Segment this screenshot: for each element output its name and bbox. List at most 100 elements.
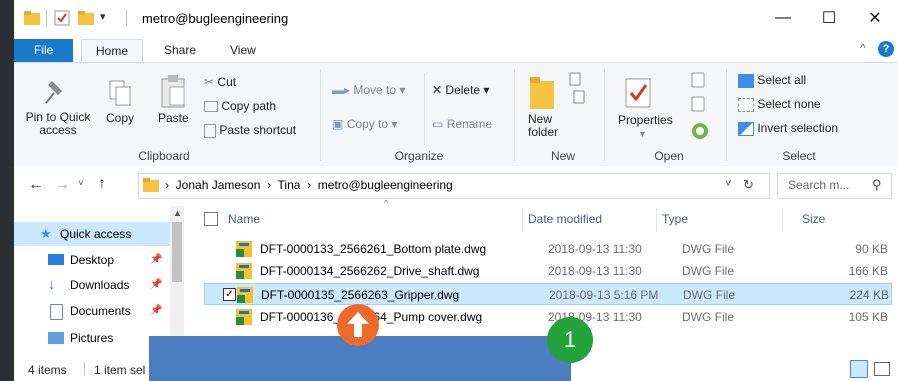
group-organize: Organize	[394, 149, 444, 163]
file-name: DFT-0000133_2566261_Bottom plate.dwg	[260, 242, 487, 256]
new-folder-button[interactable]: New folder	[528, 113, 558, 139]
details-view-icon[interactable]	[850, 360, 868, 378]
column-divider	[656, 208, 657, 232]
column-header-size[interactable]: Size	[802, 208, 825, 230]
pictures-icon	[48, 332, 64, 344]
invert-selection-button[interactable]: Invert selection	[738, 121, 838, 136]
tab-share[interactable]: Share	[150, 39, 210, 62]
forward-arrow-icon[interactable]: →	[54, 176, 70, 194]
paste-icon	[161, 75, 185, 108]
scroll-up-icon[interactable]: ▲	[173, 208, 182, 218]
ribbon-separator	[320, 69, 321, 161]
close-button[interactable]: ✕	[852, 0, 898, 36]
properties-quick-icon[interactable]	[54, 10, 70, 26]
rename-icon: ▭	[432, 117, 444, 131]
paste-button[interactable]: Paste	[158, 111, 189, 125]
tab-home[interactable]: Home	[81, 39, 144, 63]
file-size: 224 KB	[849, 288, 889, 302]
back-arrow-icon[interactable]: ←	[28, 176, 44, 194]
star-icon: ★	[40, 226, 52, 241]
step-number-badge: 1	[547, 317, 593, 363]
dwg-file-icon	[236, 309, 252, 325]
copy-to-label: Copy to	[346, 117, 389, 131]
nav-item-pictures[interactable]: Pictures	[14, 326, 170, 350]
minimize-button[interactable]: —	[760, 0, 806, 36]
select-all-button[interactable]: Select all	[738, 73, 806, 88]
nav-item-downloads[interactable]: ↓ Downloads 📌	[14, 273, 170, 297]
rename-button[interactable]: ▭ Rename	[432, 117, 492, 131]
download-icon: ↓	[48, 276, 56, 293]
select-all-checkbox[interactable]	[204, 212, 218, 226]
file-row[interactable]: DFT-0000133_2566261_Bottom plate.dwg 201…	[204, 238, 892, 260]
address-dropdown-icon[interactable]: ˅	[725, 178, 731, 190]
copy-button[interactable]: Copy	[106, 111, 134, 125]
refresh-icon[interactable]: ↻	[743, 177, 754, 193]
quick-access-toolbar-dropdown-icon[interactable]: ▾	[100, 10, 106, 23]
search-input[interactable]: Search m... ⚲	[777, 173, 892, 199]
breadcrumb-jonah-jameson[interactable]: Jonah Jameson	[176, 178, 261, 192]
column-header-name[interactable]: Name	[228, 208, 260, 230]
nav-item-quick-access[interactable]: ★ Quick access	[14, 222, 170, 246]
new-folder-quick-icon[interactable]	[78, 11, 94, 25]
file-row[interactable]: DFT-0000134_2566262_Drive_shaft.dwg 2018…	[204, 260, 892, 282]
column-header-date[interactable]: Date modified	[528, 208, 602, 230]
large-icons-view-icon[interactable]	[874, 362, 890, 376]
move-to-button[interactable]: ▬▸ Move to ▾	[332, 83, 405, 97]
nav-item-desktop[interactable]: Desktop 📌	[14, 248, 170, 272]
nav-label: Desktop	[70, 253, 115, 267]
select-none-button[interactable]: Select none	[738, 97, 821, 112]
pin-icon[interactable]: 📌	[150, 299, 162, 323]
copy-to-icon: ▣	[332, 117, 344, 131]
ribbon-separator-4	[726, 69, 727, 161]
pin-icon[interactable]: 📌	[150, 273, 162, 297]
invert-selection-icon	[738, 121, 754, 136]
pin-icon	[45, 81, 62, 104]
desktop-icon	[48, 254, 64, 265]
up-arrow-icon[interactable]: ↑	[98, 175, 106, 193]
properties-button[interactable]: Properties	[618, 113, 673, 127]
delete-icon: ✕	[432, 83, 443, 97]
maximize-button[interactable]: ☐	[806, 0, 852, 36]
dwg-file-icon	[236, 241, 252, 257]
pin-icon[interactable]: 📌	[150, 248, 162, 272]
paste-shortcut-label: Paste shortcut	[219, 123, 297, 137]
item-count: 4 items	[28, 363, 67, 377]
copy-icon	[109, 80, 131, 106]
select-all-label: Select all	[757, 73, 807, 87]
file-date: 2018-09-13 5:16 PM	[549, 288, 659, 302]
file-type: DWG File	[682, 264, 734, 278]
ribbon-separator-2	[514, 69, 515, 161]
copy-path-icon	[204, 101, 218, 113]
column-divider	[782, 208, 783, 232]
nav-label: Documents	[70, 304, 131, 318]
tab-file[interactable]: File	[14, 39, 74, 62]
title-bar: ▾ metro@bugleengineering — ☐ ✕	[14, 0, 898, 36]
properties-dropdown-icon[interactable]: ▾	[640, 129, 645, 140]
window-title: metro@bugleengineering	[142, 11, 289, 26]
select-none-label: Select none	[757, 97, 821, 111]
nav-label: Downloads	[70, 278, 130, 292]
row-checkbox-checked[interactable]: ✓	[223, 288, 236, 301]
organize-divider	[424, 73, 425, 145]
cut-button[interactable]: ✂ Cut	[204, 75, 236, 89]
breadcrumb-current-folder[interactable]: metro@bugleengineering	[318, 178, 453, 192]
file-row[interactable]: DFT-0000136_2566264_Pump cover.dwg 2018-…	[204, 306, 892, 328]
column-header-type[interactable]: Type	[662, 208, 688, 230]
pin-to-quick-access-button[interactable]: Pin to Quick access	[20, 111, 96, 137]
delete-button[interactable]: ✕ Delete ▾	[432, 83, 489, 97]
copy-path-button[interactable]: Copy path	[204, 99, 276, 113]
help-icon[interactable]: ?	[878, 41, 894, 57]
tab-view[interactable]: View	[216, 39, 270, 62]
address-box[interactable]: › Jonah Jameson › Tina › metro@bugleengi…	[138, 173, 770, 199]
breadcrumb-tina[interactable]: Tina	[278, 178, 301, 192]
nav-item-documents[interactable]: Documents 📌	[14, 299, 170, 323]
up-arrow-icon	[347, 312, 369, 337]
file-row-selected[interactable]: ✓ DFT-0000135_2566263_Gripper.dwg 2018-0…	[204, 283, 892, 305]
recent-locations-icon[interactable]: ˅	[78, 178, 84, 189]
paste-shortcut-button[interactable]: Paste shortcut	[204, 123, 296, 138]
copy-to-button[interactable]: ▣ Copy to ▾	[332, 117, 397, 131]
scroll-thumb[interactable]	[172, 222, 182, 282]
scissors-icon: ✂	[204, 75, 215, 89]
collapse-ribbon-icon[interactable]: ^	[860, 41, 866, 55]
file-explorer-window: ▾ metro@bugleengineering — ☐ ✕ File Home…	[14, 0, 898, 381]
